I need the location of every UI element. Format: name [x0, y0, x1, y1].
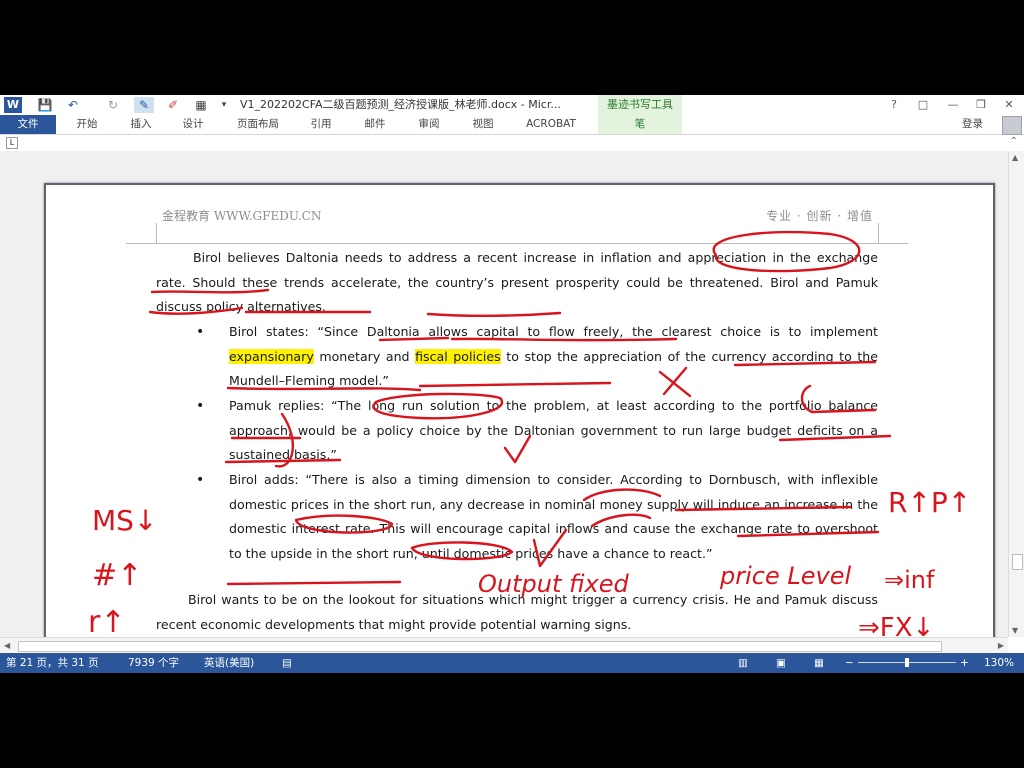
text-run: monetary and — [313, 348, 416, 364]
paragraph-closing[interactable]: Birol wants to be on the lookout for sit… — [156, 588, 878, 637]
scroll-right-icon[interactable]: ▶ — [998, 641, 1004, 650]
restore-button[interactable]: ❐ — [970, 97, 992, 113]
undo-icon[interactable]: ↶ — [64, 97, 82, 113]
tab-page-layout[interactable]: 页面布局 — [230, 115, 286, 134]
bullet-marker: • — [196, 472, 205, 488]
tab-selector-button[interactable]: L — [6, 137, 18, 149]
header-divider-right — [878, 223, 879, 243]
tab-home[interactable]: 开始 — [70, 115, 104, 134]
header-divider-left — [156, 223, 157, 243]
word-count[interactable]: 7939 个字 — [128, 653, 179, 673]
page-header-right: 专业 · 创新 · 增值 — [766, 209, 873, 223]
word-logo-icon: W — [4, 97, 22, 113]
tab-references[interactable]: 引用 — [304, 115, 338, 134]
save-icon[interactable]: 💾 — [36, 97, 54, 113]
close-button[interactable]: ✕ — [998, 97, 1020, 113]
bullet-birol-states[interactable]: Birol states: “Since Daltonia allows cap… — [229, 320, 878, 394]
pen-icon[interactable]: ✎ — [134, 97, 154, 113]
avatar[interactable] — [1002, 116, 1022, 135]
ruler-strip: L ⌃ — [0, 135, 1024, 151]
paragraph-intro[interactable]: Birol believes Daltonia needs to address… — [156, 246, 878, 320]
tab-pen[interactable]: 笔 — [598, 115, 682, 134]
collapse-ribbon-icon[interactable]: ⌃ — [1010, 136, 1018, 147]
zoom-out-button[interactable]: − — [845, 653, 854, 673]
vertical-scrollbar[interactable]: ▲ ▼ — [1008, 151, 1024, 637]
bullet-marker: • — [196, 324, 205, 340]
tab-review[interactable]: 审阅 — [412, 115, 446, 134]
text-run: Birol believes Daltonia needs to address… — [193, 250, 688, 265]
text-run: . Should these trends accelerate, the co… — [156, 274, 878, 315]
macro-icon[interactable]: ▤ — [282, 653, 292, 673]
tab-file[interactable]: 文件 — [0, 115, 56, 134]
header-rule — [126, 243, 908, 244]
language-indicator[interactable]: 英语(美国) — [204, 653, 254, 673]
read-mode-icon[interactable]: ▥ — [738, 653, 748, 673]
ribbon-display-button[interactable]: □ — [912, 97, 934, 113]
document-page[interactable]: 金程教育 WWW.GFEDU.CN 专业 · 创新 · 增值 Birol bel… — [44, 183, 995, 637]
web-layout-icon[interactable]: ▦ — [814, 653, 824, 673]
ribbon-tabs: 文件 开始 插入 设计 页面布局 引用 邮件 审阅 视图 ACROBAT 笔 登… — [0, 115, 1024, 135]
zoom-level[interactable]: 130% — [984, 653, 1014, 673]
highlighted-text: expansionary — [229, 348, 314, 364]
horizontal-scrollbar[interactable]: ◀ ▶ — [0, 637, 1008, 654]
horizontal-scroll-thumb[interactable] — [18, 641, 942, 652]
bullet-marker: • — [196, 398, 205, 414]
tab-view[interactable]: 视图 — [466, 115, 500, 134]
print-layout-icon[interactable]: ▣ — [776, 653, 786, 673]
tab-mailings[interactable]: 邮件 — [358, 115, 392, 134]
layout-icon[interactable]: ▦ — [192, 97, 210, 113]
page-header-left: 金程教育 WWW.GFEDU.CN — [162, 209, 322, 223]
title-bar: W 💾 ↶ ↻ ✎ ✐ ▦ ▾ V1_202202CFA二级百题预测_经济授课版… — [0, 95, 1024, 115]
zoom-in-button[interactable]: + — [960, 653, 969, 673]
vertical-scroll-thumb[interactable] — [1012, 554, 1023, 570]
sign-in-link[interactable]: 登录 — [962, 115, 983, 134]
customize-toolbar-icon[interactable]: ▾ — [218, 97, 230, 113]
status-bar: 第 21 页，共 31 页 7939 个字 英语(美国) ▤ ▥ ▣ ▦ − +… — [0, 653, 1024, 673]
document-area[interactable]: 金程教育 WWW.GFEDU.CN 专业 · 创新 · 增值 Birol bel… — [0, 151, 1008, 637]
document-title: V1_202202CFA二级百题预测_经济授课版_林老师.docx - Micr… — [240, 98, 561, 111]
scroll-up-icon[interactable]: ▲ — [1012, 153, 1018, 162]
redo-icon[interactable]: ↻ — [104, 97, 122, 113]
highlighter-icon[interactable]: ✐ — [164, 97, 182, 113]
help-button[interactable]: ? — [883, 97, 905, 113]
text-run: Birol states: “Since Daltonia allows cap… — [229, 324, 878, 339]
minimize-button[interactable]: — — [942, 97, 964, 113]
zoom-slider-thumb[interactable] — [905, 658, 909, 667]
word-window: W 💾 ↶ ↻ ✎ ✐ ▦ ▾ V1_202202CFA二级百题预测_经济授课版… — [0, 95, 1024, 673]
highlighted-text: fiscal policies — [415, 348, 501, 364]
tab-design[interactable]: 设计 — [176, 115, 210, 134]
scroll-left-icon[interactable]: ◀ — [4, 641, 10, 650]
tab-acrobat[interactable]: ACROBAT — [516, 115, 586, 134]
page-count[interactable]: 第 21 页，共 31 页 — [6, 653, 99, 673]
ink-tools-context-label: 墨迹书写工具 — [598, 95, 682, 115]
bullet-pamuk-replies[interactable]: Pamuk replies: “The long run solution to… — [229, 394, 878, 468]
scroll-down-icon[interactable]: ▼ — [1012, 626, 1018, 635]
bullet-birol-adds[interactable]: Birol adds: “There is also a timing dime… — [229, 468, 878, 566]
tab-insert[interactable]: 插入 — [124, 115, 158, 134]
